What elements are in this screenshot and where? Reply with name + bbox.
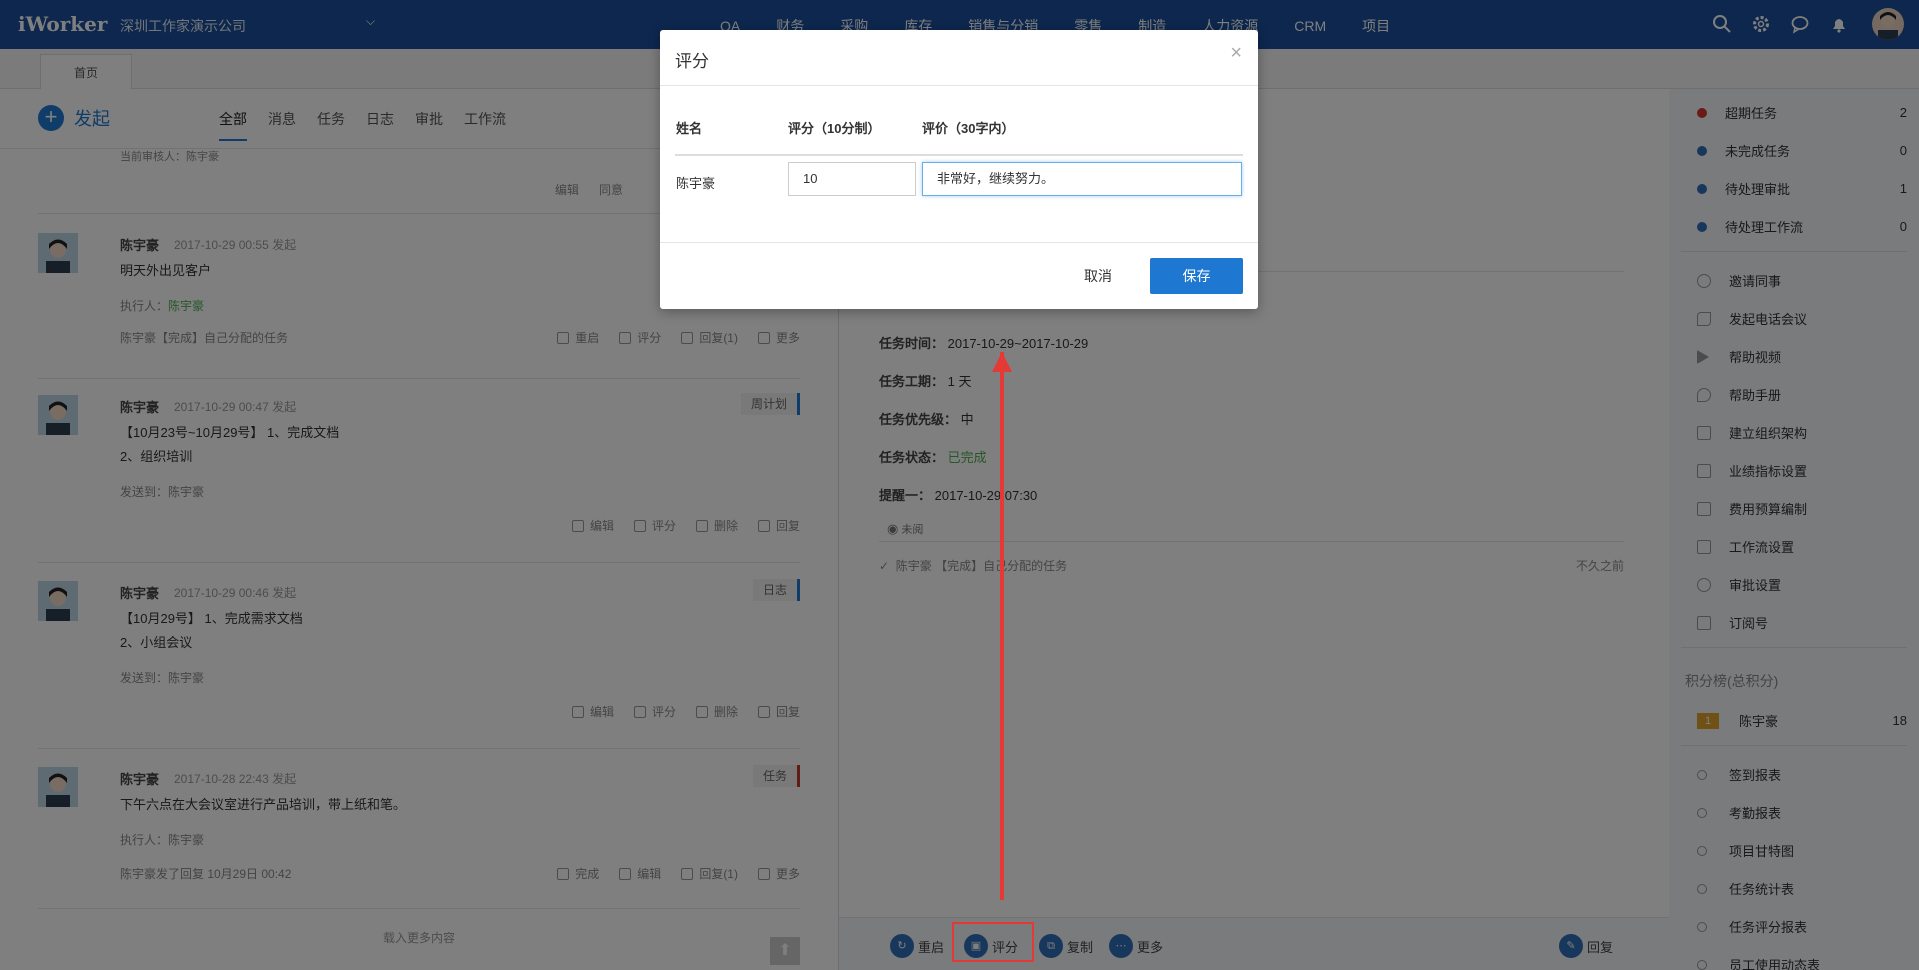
annotation-arrow — [1000, 352, 1004, 900]
col-score-header: 评分（10分制） — [788, 121, 881, 136]
divider — [660, 85, 1258, 86]
arrow-up-icon — [992, 352, 1012, 372]
comment-input[interactable]: 非常好，继续努力。 — [922, 162, 1242, 196]
save-button[interactable]: 保存 — [1150, 258, 1243, 294]
cancel-button[interactable]: 取消 — [1084, 266, 1112, 286]
dialog-title: 评分 — [675, 52, 709, 71]
col-name-header: 姓名 — [676, 121, 703, 136]
score-dialog: 评分 × 姓名 评分（10分制） 评价（30字内） 陈宇豪 10 非常好，继续努… — [660, 30, 1258, 309]
divider — [675, 154, 1243, 156]
score-input[interactable]: 10 — [788, 162, 916, 196]
col-comment-header: 评价（30字内） — [922, 121, 1015, 136]
row-name: 陈宇豪 — [676, 176, 716, 191]
close-icon[interactable]: × — [1230, 42, 1242, 65]
highlight-box — [952, 922, 1034, 962]
divider — [660, 242, 1258, 243]
